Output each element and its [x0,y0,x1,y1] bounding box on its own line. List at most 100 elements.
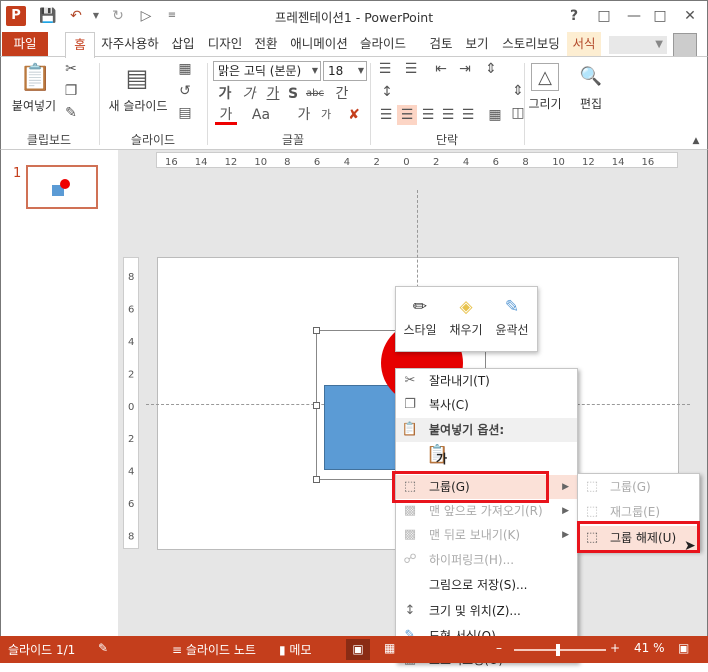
clipboard-group-label: 클립보드 [26,133,72,147]
italic-button[interactable]: 가 [239,84,259,104]
format-painter-icon[interactable]: ✎ [61,103,81,123]
zoom-slider[interactable] [514,649,606,651]
zoom-level[interactable]: 41 % [634,641,665,655]
ruler-label: 8 [284,157,290,168]
comments-button[interactable]: ▮ 메모 [279,641,312,658]
align-left-icon[interactable]: ☰ [377,105,395,125]
zoom-slider-thumb[interactable] [556,644,560,656]
menu-size-position[interactable]: ↕ 크기 및 위치(Z)... [396,599,577,623]
ruler-label: 10 [552,157,565,168]
zoom-in-button[interactable]: + [610,641,620,655]
bring-front-icon: ▩ [403,503,417,518]
editing-button[interactable]: 편집 [571,95,611,112]
fit-to-window-icon[interactable]: ▣ [678,641,689,655]
cut-icon[interactable]: ✂ [61,59,81,79]
resize-handle[interactable] [313,476,320,483]
paste-button[interactable]: 붙여넣기 [5,97,63,114]
spellcheck-icon[interactable]: ✎ [98,641,108,655]
menu-copy[interactable]: ❐ 복사(C) [396,393,577,417]
align-center-icon[interactable]: ☰ [397,105,417,125]
tab-home[interactable]: 홈 [65,32,95,58]
ruler-label: 2 [128,434,134,445]
decrease-font-button[interactable]: 가 [317,105,335,125]
size-icon: ↕ [404,603,416,618]
font-color-button[interactable]: 가 [215,105,237,125]
thumb-circle [60,179,70,189]
increase-indent-icon[interactable]: ⇥ [455,59,475,79]
ruler-label: 8 [522,157,528,168]
notes-button[interactable]: ≡ 슬라이드 노트 [172,641,256,658]
resize-handle[interactable] [313,327,320,334]
tab-format[interactable]: 서식 [567,32,601,57]
underline-button[interactable]: 가 [263,84,283,104]
menu-save-as-picture[interactable]: 그림으로 저장(S)... [396,573,577,597]
shadow-button[interactable]: S [285,84,301,104]
maximize-button[interactable]: □ [646,5,674,27]
avatar[interactable] [673,33,697,57]
vertical-ruler: 8 6 4 2 0 2 4 6 8 [123,257,139,549]
copy-icon[interactable]: ❐ [61,81,81,101]
drawing-button[interactable]: 그리기 [525,95,565,112]
ruler-label: 12 [582,157,595,168]
align-right-icon[interactable]: ☰ [419,105,437,125]
slide-thumbnail[interactable] [26,165,98,209]
style-button[interactable]: ✏ 스타일 [400,293,440,338]
font-name-select[interactable]: 맑은 고딕 (본문) ▼ [213,61,321,81]
collapse-ribbon-icon[interactable]: ▲ [689,131,703,151]
layout-icon[interactable]: ▦ [175,59,195,79]
normal-view-icon[interactable]: ▣ [346,639,370,660]
text-direction-icon[interactable]: ↕ [377,82,397,102]
outline-button[interactable]: ✎ 윤곽선 [492,293,532,338]
ruler-label: 6 [493,157,499,168]
font-size-select[interactable]: 18 ▼ [323,61,367,81]
help-button[interactable]: ? [560,5,588,27]
sorter-view-icon[interactable]: ▦ [384,641,395,655]
tab-view[interactable]: 보기 [462,32,492,57]
drawing-icon[interactable]: △ [531,63,559,91]
reset-icon[interactable]: ↺ [175,81,195,101]
numbering-icon[interactable]: ☰ [401,59,421,79]
menu-cut[interactable]: ✂ 잘라내기(T) [396,369,577,393]
ruler-label: 2 [433,157,439,168]
tab-insert[interactable]: 삽입 [168,32,198,57]
bold-button[interactable]: 가 [215,84,235,104]
menu-hyperlink[interactable]: ☍ 하이퍼링크(H)... [396,548,577,572]
ribbon-display-icon[interactable]: □ [590,5,618,27]
strikethrough-button[interactable]: abc [303,84,327,104]
menu-send-to-back[interactable]: ▩ 맨 뒤로 보내기(K) ▶ [396,523,577,547]
mouse-cursor-icon: ➤ [684,538,696,554]
close-button[interactable]: ✕ [676,5,704,27]
line-spacing-icon[interactable]: ⇕ [481,59,501,79]
decrease-indent-icon[interactable]: ⇤ [431,59,451,79]
new-slide-button[interactable]: 새 슬라이드 [103,97,173,114]
tab-slideshow[interactable]: 슬라이드 [356,32,410,57]
tab-design[interactable]: 디자인 [204,32,246,57]
change-case-button[interactable]: Aa [249,105,273,125]
columns-icon[interactable]: ▦ [485,105,505,125]
section-icon[interactable]: ▤ [175,103,195,123]
find-icon[interactable]: 🔍 [579,63,603,91]
minimize-button[interactable]: — [620,5,648,27]
tab-review[interactable]: 검토 [426,32,456,57]
tab-storyboarding[interactable]: 스토리보딩 [498,32,564,57]
tab-animations[interactable]: 애니메이션 [286,32,352,57]
character-spacing-button[interactable]: 간 [331,84,353,104]
submenu-group[interactable]: ⬚ 그룹(G) [578,475,699,499]
clear-format-icon[interactable]: ✘ [345,105,363,125]
paste-icon[interactable]: 📋 [19,61,51,95]
justify-icon[interactable]: ☰ [439,105,457,125]
bullets-icon[interactable]: ☰ [375,59,395,79]
distribute-icon[interactable]: ☰ [459,105,477,125]
menu-paste-keep-text[interactable]: 📋 가 [396,443,577,473]
account-name[interactable]: ▼ [609,36,667,54]
tab-frequently-used[interactable]: 자주사용하 [97,32,163,57]
menu-size-position-label: 크기 및 위치(Z)... [429,604,521,618]
tab-transitions[interactable]: 전환 [251,32,281,57]
zoom-out-button[interactable]: – [496,641,502,655]
fill-button[interactable]: ◈ 채우기 [446,293,486,338]
increase-font-button[interactable]: 가 [295,105,313,125]
resize-handle[interactable] [313,402,320,409]
tab-file[interactable]: 파일 [2,32,48,57]
ruler-label: 4 [128,467,134,478]
new-slide-icon[interactable]: ▤ [121,61,153,95]
